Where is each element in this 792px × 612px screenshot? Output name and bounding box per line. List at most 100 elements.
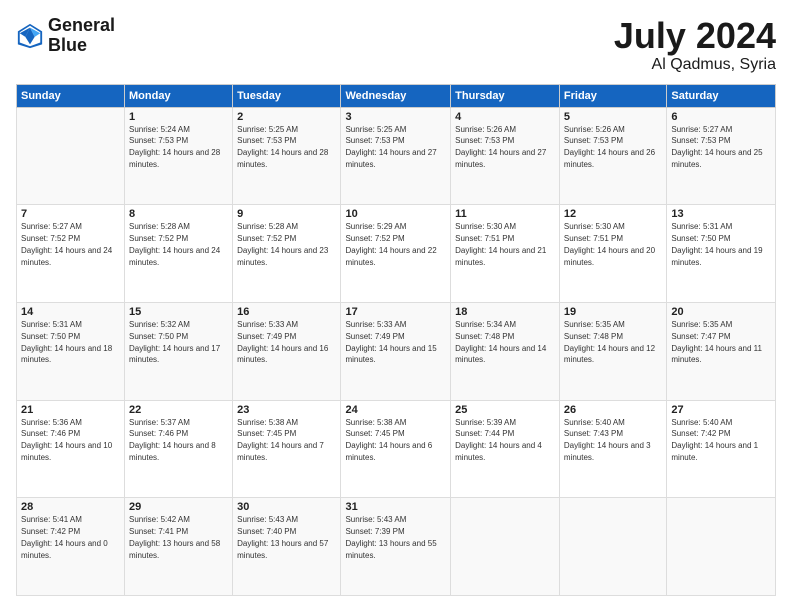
calendar-cell: 14 Sunrise: 5:31 AMSunset: 7:50 PMDayligh… [17, 302, 125, 400]
cell-info: Sunrise: 5:38 AMSunset: 7:45 PMDaylight:… [237, 418, 324, 462]
day-number: 19 [564, 306, 662, 318]
day-number: 24 [345, 404, 446, 416]
calendar-cell: 21 Sunrise: 5:36 AMSunset: 7:46 PMDayligh… [17, 400, 125, 498]
logo: General Blue [16, 16, 115, 56]
day-number: 22 [129, 404, 228, 416]
cell-info: Sunrise: 5:28 AMSunset: 7:52 PMDaylight:… [129, 222, 220, 266]
cell-info: Sunrise: 5:38 AMSunset: 7:45 PMDaylight:… [345, 418, 432, 462]
calendar-cell: 31Sunrise: 5:43 AMSunset: 7:39 PMDayligh… [341, 498, 451, 596]
day-number: 14 [21, 306, 120, 318]
day-number: 25 [455, 404, 555, 416]
calendar-cell: 9 Sunrise: 5:28 AMSunset: 7:52 PMDaylight… [233, 205, 341, 303]
day-number: 12 [564, 208, 662, 220]
day-number: 17 [345, 306, 446, 318]
calendar-cell: 29Sunrise: 5:42 AMSunset: 7:41 PMDayligh… [125, 498, 233, 596]
cell-info: Sunrise: 5:42 AMSunset: 7:41 PMDaylight:… [129, 515, 220, 559]
calendar-cell: 15 Sunrise: 5:32 AMSunset: 7:50 PMDayligh… [125, 302, 233, 400]
col-thursday: Thursday [451, 84, 560, 107]
calendar-cell: 23 Sunrise: 5:38 AMSunset: 7:45 PMDayligh… [233, 400, 341, 498]
title-block: July 2024 Al Qadmus, Syria [614, 16, 776, 74]
day-number: 31 [345, 501, 446, 513]
cell-info: Sunrise: 5:26 AMSunset: 7:53 PMDaylight:… [564, 125, 655, 169]
day-number: 30 [237, 501, 336, 513]
col-wednesday: Wednesday [341, 84, 451, 107]
cell-info: Sunrise: 5:37 AMSunset: 7:46 PMDaylight:… [129, 418, 216, 462]
day-number: 23 [237, 404, 336, 416]
calendar-cell [559, 498, 666, 596]
calendar-cell: 22 Sunrise: 5:37 AMSunset: 7:46 PMDayligh… [125, 400, 233, 498]
cell-info: Sunrise: 5:31 AMSunset: 7:50 PMDaylight:… [671, 222, 762, 266]
cell-info: Sunrise: 5:33 AMSunset: 7:49 PMDaylight:… [345, 320, 436, 364]
day-number: 13 [671, 208, 771, 220]
cell-info: Sunrise: 5:31 AMSunset: 7:50 PMDaylight:… [21, 320, 112, 364]
cell-info: Sunrise: 5:26 AMSunset: 7:53 PMDaylight:… [455, 125, 546, 169]
cell-info: Sunrise: 5:43 AMSunset: 7:40 PMDaylight:… [237, 515, 328, 559]
calendar-cell: 4 Sunrise: 5:26 AMSunset: 7:53 PMDaylight… [451, 107, 560, 205]
cell-info: Sunrise: 5:34 AMSunset: 7:48 PMDaylight:… [455, 320, 546, 364]
cell-info: Sunrise: 5:35 AMSunset: 7:47 PMDaylight:… [671, 320, 762, 364]
day-number: 10 [345, 208, 446, 220]
cell-info: Sunrise: 5:39 AMSunset: 7:44 PMDaylight:… [455, 418, 542, 462]
header-row: Sunday Monday Tuesday Wednesday Thursday… [17, 84, 776, 107]
day-number: 3 [345, 111, 446, 123]
calendar-cell: 27Sunrise: 5:40 AMSunset: 7:42 PMDayligh… [667, 400, 776, 498]
calendar-cell: 12Sunrise: 5:30 AMSunset: 7:51 PMDayligh… [559, 205, 666, 303]
calendar-cell: 10Sunrise: 5:29 AMSunset: 7:52 PMDayligh… [341, 205, 451, 303]
calendar-cell: 19Sunrise: 5:35 AMSunset: 7:48 PMDayligh… [559, 302, 666, 400]
calendar-cell: 2Sunrise: 5:25 AMSunset: 7:53 PMDaylight… [233, 107, 341, 205]
calendar-cell: 28Sunrise: 5:41 AMSunset: 7:42 PMDayligh… [17, 498, 125, 596]
day-number: 21 [21, 404, 120, 416]
day-number: 7 [21, 208, 120, 220]
calendar-cell: 25 Sunrise: 5:39 AMSunset: 7:44 PMDayligh… [451, 400, 560, 498]
cell-info: Sunrise: 5:24 AMSunset: 7:53 PMDaylight:… [129, 125, 220, 169]
calendar-cell: 5 Sunrise: 5:26 AMSunset: 7:53 PMDaylight… [559, 107, 666, 205]
cell-info: Sunrise: 5:27 AMSunset: 7:53 PMDaylight:… [671, 125, 762, 169]
day-number: 1 [129, 111, 228, 123]
day-number: 28 [21, 501, 120, 513]
cell-info: Sunrise: 5:40 AMSunset: 7:42 PMDaylight:… [671, 418, 758, 462]
calendar-cell: 11 Sunrise: 5:30 AMSunset: 7:51 PMDayligh… [451, 205, 560, 303]
calendar-cell: 18 Sunrise: 5:34 AMSunset: 7:48 PMDayligh… [451, 302, 560, 400]
calendar-cell: 6 Sunrise: 5:27 AMSunset: 7:53 PMDaylight… [667, 107, 776, 205]
day-number: 5 [564, 111, 662, 123]
cell-info: Sunrise: 5:25 AMSunset: 7:53 PMDaylight:… [345, 125, 436, 169]
calendar-cell: 16Sunrise: 5:33 AMSunset: 7:49 PMDayligh… [233, 302, 341, 400]
cell-info: Sunrise: 5:32 AMSunset: 7:50 PMDaylight:… [129, 320, 220, 364]
calendar-cell: 30 Sunrise: 5:43 AMSunset: 7:40 PMDayligh… [233, 498, 341, 596]
calendar-cell: 7 Sunrise: 5:27 AMSunset: 7:52 PMDaylight… [17, 205, 125, 303]
cell-info: Sunrise: 5:27 AMSunset: 7:52 PMDaylight:… [21, 222, 112, 266]
day-number: 6 [671, 111, 771, 123]
calendar-cell: 1 Sunrise: 5:24 AMSunset: 7:53 PMDaylight… [125, 107, 233, 205]
cell-info: Sunrise: 5:36 AMSunset: 7:46 PMDaylight:… [21, 418, 112, 462]
main-title: July 2024 [614, 16, 776, 56]
day-number: 20 [671, 306, 771, 318]
week-row-2: 7 Sunrise: 5:27 AMSunset: 7:52 PMDaylight… [17, 205, 776, 303]
day-number: 8 [129, 208, 228, 220]
col-saturday: Saturday [667, 84, 776, 107]
calendar-cell [451, 498, 560, 596]
logo-text: General Blue [48, 16, 115, 56]
day-number: 9 [237, 208, 336, 220]
day-number: 11 [455, 208, 555, 220]
calendar-table: Sunday Monday Tuesday Wednesday Thursday… [16, 84, 776, 596]
day-number: 16 [237, 306, 336, 318]
day-number: 15 [129, 306, 228, 318]
calendar-cell: 3 Sunrise: 5:25 AMSunset: 7:53 PMDaylight… [341, 107, 451, 205]
calendar-cell: 13 Sunrise: 5:31 AMSunset: 7:50 PMDayligh… [667, 205, 776, 303]
page: General Blue July 2024 Al Qadmus, Syria … [0, 0, 792, 612]
week-row-3: 14 Sunrise: 5:31 AMSunset: 7:50 PMDayligh… [17, 302, 776, 400]
calendar-cell: 20 Sunrise: 5:35 AMSunset: 7:47 PMDayligh… [667, 302, 776, 400]
logo-icon [16, 22, 44, 50]
day-number: 4 [455, 111, 555, 123]
calendar-cell: 8 Sunrise: 5:28 AMSunset: 7:52 PMDaylight… [125, 205, 233, 303]
calendar-cell [17, 107, 125, 205]
day-number: 18 [455, 306, 555, 318]
week-row-1: 1 Sunrise: 5:24 AMSunset: 7:53 PMDaylight… [17, 107, 776, 205]
header: General Blue July 2024 Al Qadmus, Syria [16, 16, 776, 74]
cell-info: Sunrise: 5:30 AMSunset: 7:51 PMDaylight:… [455, 222, 546, 266]
col-friday: Friday [559, 84, 666, 107]
week-row-5: 28Sunrise: 5:41 AMSunset: 7:42 PMDayligh… [17, 498, 776, 596]
cell-info: Sunrise: 5:25 AMSunset: 7:53 PMDaylight:… [237, 125, 328, 169]
cell-info: Sunrise: 5:28 AMSunset: 7:52 PMDaylight:… [237, 222, 328, 266]
calendar-cell: 26Sunrise: 5:40 AMSunset: 7:43 PMDayligh… [559, 400, 666, 498]
